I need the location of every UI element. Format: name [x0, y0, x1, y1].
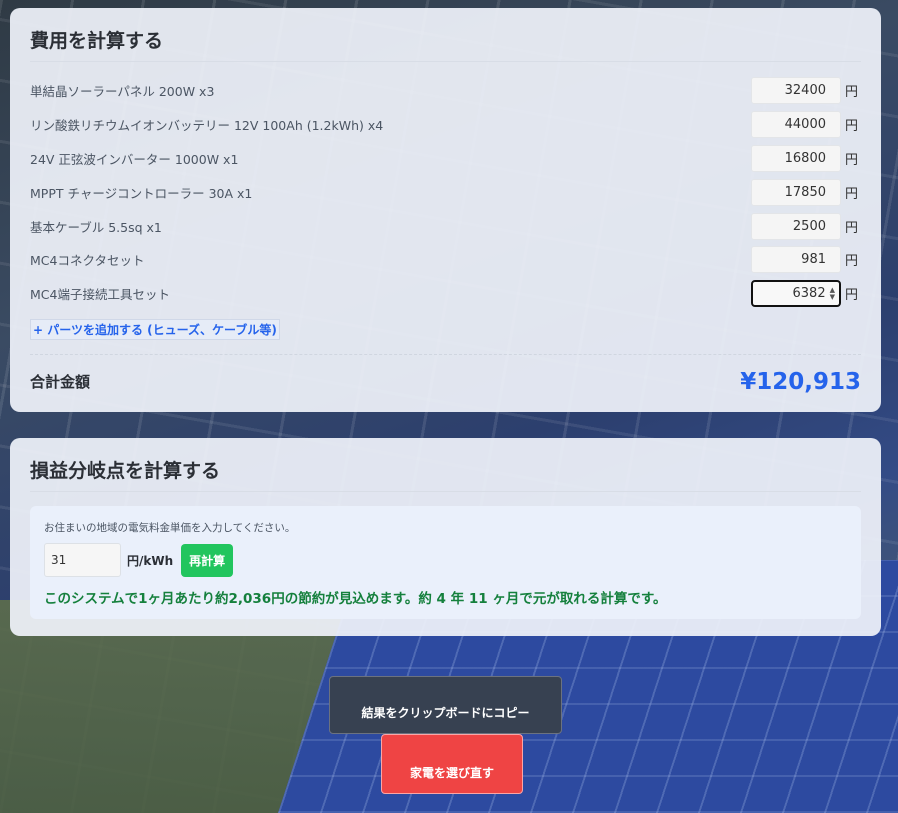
cost-item-row: MPPT チャージコントローラー 30A x1 17850 円 [30, 175, 861, 209]
cost-item-price-value: 16800 [784, 150, 826, 166]
breakeven-result: このシステムで1ヶ月あたり約2,036円の節約が見込めます。約 4 年 11 ヶ… [44, 591, 667, 607]
rate-hint: お住まいの地域の電気料金単価を入力してください。 [44, 522, 296, 534]
recalculate-button[interactable]: 再計算 [181, 543, 234, 577]
rate-controls: 31 円/kWh 再計算 [44, 543, 847, 577]
electricity-rate-input[interactable]: 31 [44, 543, 121, 577]
currency-unit: 円 [845, 288, 859, 304]
cost-item-price-input[interactable]: 981 [751, 246, 841, 274]
cost-calculator-title: 費用を計算する [30, 26, 861, 62]
cost-item-price-input[interactable]: 16800 [751, 144, 841, 172]
cost-item-price-value: 32400 [784, 83, 826, 99]
cost-item-price-value: 17850 [784, 184, 826, 200]
cost-item-price-input[interactable]: 2500 [751, 212, 841, 240]
total-amount: ¥120,913 [740, 368, 861, 395]
cost-item-row: 単結晶ソーラーパネル 200W x3 32400 円 [30, 74, 861, 108]
cost-item-label: リン酸鉄リチウムイオンバッテリー 12V 100Ah (1.2kWh) x4 [30, 118, 384, 134]
rate-unit: 円/kWh [127, 553, 174, 568]
cost-item-label: 単結晶ソーラーパネル 200W x3 [30, 84, 215, 100]
cost-calculator-card: 費用を計算する 単結晶ソーラーパネル 200W x3 32400 円 リン酸鉄リ… [10, 8, 881, 412]
divider [30, 353, 861, 355]
breakeven-card: 損益分岐点を計算する お住まいの地域の電気料金単価を入力してください。 31 円… [10, 438, 881, 636]
cost-item-label: 24V 正弦波インバーター 1000W x1 [30, 151, 239, 167]
breakeven-title: 損益分岐点を計算する [30, 456, 861, 492]
currency-unit: 円 [845, 220, 859, 236]
cost-item-price-input[interactable]: 44000 [751, 111, 841, 139]
cost-item-label: 基本ケーブル 5.5sq x1 [30, 219, 162, 235]
total-row: 合計金額 ¥120,913 [30, 369, 861, 395]
cost-items-list: 単結晶ソーラーパネル 200W x3 32400 円 リン酸鉄リチウムイオンバッ… [30, 74, 861, 311]
currency-unit: 円 [845, 85, 859, 101]
add-parts-button[interactable]: + パーツを追加する (ヒューズ、ケーブル等) [30, 318, 280, 340]
breakeven-panel: お住まいの地域の電気料金単価を入力してください。 31 円/kWh 再計算 この… [30, 506, 861, 619]
cost-item-price-input-focused[interactable]: 6382 ▲ ▼ [751, 280, 841, 308]
cost-item-price-input[interactable]: 17850 [751, 178, 841, 206]
currency-unit: 円 [845, 186, 859, 202]
cost-item-row: リン酸鉄リチウムイオンバッテリー 12V 100Ah (1.2kWh) x4 4… [30, 108, 861, 142]
reselect-appliances-button[interactable]: 家電を選び直す [381, 734, 523, 794]
currency-unit: 円 [845, 254, 859, 270]
electricity-rate-value: 31 [51, 553, 67, 567]
copy-to-clipboard-button[interactable]: 結果をクリップボードにコピー [329, 676, 562, 734]
cost-item-label: MC4端子接続工具セット [30, 287, 170, 303]
cost-item-row: MC4端子接続工具セット 6382 ▲ ▼ 円 [30, 277, 861, 311]
cost-item-price-value: 44000 [784, 117, 826, 133]
cost-item-price-value: 6382 [792, 286, 826, 302]
number-spinner-icon[interactable]: ▲ ▼ [830, 286, 835, 301]
cost-item-label: MPPT チャージコントローラー 30A x1 [30, 185, 253, 201]
cost-item-row: 24V 正弦波インバーター 1000W x1 16800 円 [30, 142, 861, 176]
reselect-button-label: 家電を選び直す [409, 766, 494, 780]
currency-unit: 円 [845, 152, 859, 168]
total-label: 合計金額 [30, 373, 91, 392]
cost-item-row: 基本ケーブル 5.5sq x1 2500 円 [30, 209, 861, 243]
cost-item-price-value: 981 [801, 252, 826, 268]
cost-item-price-value: 2500 [792, 218, 826, 234]
cost-item-price-input[interactable]: 32400 [751, 77, 841, 105]
copy-button-label: 結果をクリップボードにコピー [361, 706, 530, 720]
currency-unit: 円 [845, 119, 859, 135]
cost-item-label: MC4コネクタセット [30, 253, 145, 269]
cost-item-row: MC4コネクタセット 981 円 [30, 243, 861, 277]
